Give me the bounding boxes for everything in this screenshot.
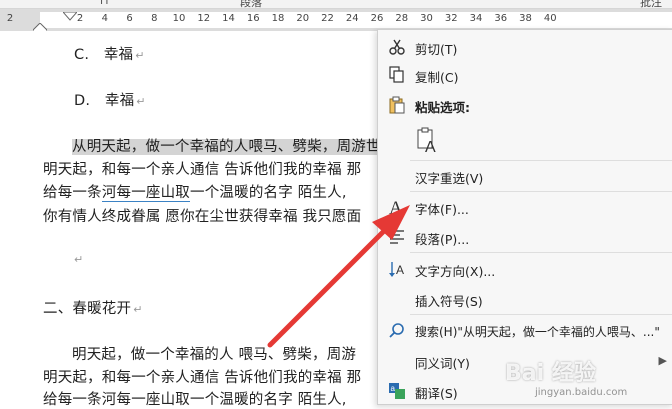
baidu-watermark: Bai 经验 jingyan.baidu.com bbox=[505, 355, 665, 401]
context-menu: 剪切(T) 复制(C) 粘贴选项: A 汉字重选(V) A 字体(F)... 段… bbox=[377, 29, 672, 405]
clipboard-icon bbox=[389, 96, 405, 114]
menu-item-insert-symbol[interactable]: 插入符号(S) bbox=[378, 286, 672, 312]
ruler-number: 10 bbox=[172, 13, 186, 24]
paragraph1-line2: 明天起，和每一个亲人通信 告诉他们我的幸福 那 bbox=[43, 162, 362, 178]
svg-text:a: a bbox=[391, 384, 396, 393]
svg-text:A: A bbox=[389, 198, 403, 216]
ruler-number: 34 bbox=[469, 13, 483, 24]
text-direction-icon: A bbox=[389, 262, 404, 277]
ruler-number: 16 bbox=[246, 13, 260, 24]
ruler-number: 4 bbox=[101, 13, 108, 24]
ruler-number: 36 bbox=[494, 13, 508, 24]
menu-item-copy[interactable]: 复制(C) bbox=[378, 62, 672, 88]
menu-paste-header: 粘贴选项: bbox=[378, 92, 672, 118]
option-d: D. 幸福 ↵ bbox=[74, 93, 146, 109]
heading-spring: 二、春暖花开 ↵ bbox=[43, 301, 143, 317]
ribbon-group-icon: ⊓ bbox=[100, 0, 109, 7]
paragraph2-line2: 明天起，和每一个亲人通信 告诉他们我的幸福 那 bbox=[43, 370, 362, 386]
watermark-site: jingyan.baidu.com bbox=[535, 387, 628, 398]
ruler-number: 18 bbox=[271, 13, 285, 24]
scissors-icon bbox=[389, 39, 405, 55]
option-c: C. 幸福 ↵ bbox=[74, 47, 145, 63]
svg-text:A: A bbox=[425, 139, 436, 155]
watermark-logo: Bai 经验 bbox=[505, 361, 596, 386]
paragraph2-line1: 明天起，做一个幸福的人 喂马、劈柴，周游 bbox=[72, 347, 357, 363]
ribbon-comment-button[interactable]: 批注 bbox=[640, 0, 662, 8]
ruler-number: 24 bbox=[345, 13, 359, 24]
paragraph-icon bbox=[390, 230, 404, 244]
paragraph1-line1: 从明天起，做一个幸福的人喂马、劈柴，周游世 bbox=[72, 135, 381, 156]
empty-paragraph: ↵ bbox=[74, 253, 84, 266]
menu-item-paragraph[interactable]: 段落(P)... bbox=[378, 224, 672, 250]
menu-item-cut[interactable]: 剪切(T) bbox=[378, 34, 672, 60]
underlined-text: 河每一座山取 bbox=[101, 185, 191, 202]
paste-keep-text-only-button[interactable]: A bbox=[415, 127, 441, 156]
paragraph1-line3: 给每一条河每一座山取一个温暖的名字 陌生人, bbox=[43, 185, 347, 202]
ruler-number: 22 bbox=[321, 13, 334, 24]
first-line-indent-icon[interactable] bbox=[63, 12, 77, 22]
menu-item-hanzi-reselect[interactable]: 汉字重选(V) bbox=[378, 163, 672, 189]
ruler-number: 32 bbox=[444, 13, 458, 24]
ruler-number: 14 bbox=[222, 13, 235, 24]
copy-icon bbox=[389, 66, 404, 83]
font-icon: A bbox=[389, 198, 403, 216]
ruler-number: 26 bbox=[370, 13, 384, 24]
selected-text: 从明天起，做一个幸福的人喂马、劈柴，周游世 bbox=[72, 139, 381, 155]
menu-item-search[interactable]: 搜索(H)"从明天起，做一个幸福的人喂马、..." bbox=[378, 318, 672, 344]
paragraph1-line4: 你有情人终成眷属 愿你在尘世获得幸福 我只愿面 bbox=[43, 209, 362, 225]
search-icon bbox=[389, 323, 404, 338]
ribbon-group-paragraph: 段落 bbox=[240, 0, 262, 9]
menu-item-text-direction[interactable]: A 文字方向(X)... bbox=[378, 256, 672, 282]
ruler-number: 12 bbox=[197, 13, 211, 24]
ruler-number: 28 bbox=[395, 13, 409, 24]
svg-text:A: A bbox=[396, 263, 404, 277]
ruler-number: 38 bbox=[519, 13, 532, 24]
ruler-number: 40 bbox=[543, 13, 557, 24]
paste-text-only-icon: A bbox=[417, 127, 436, 156]
ruler-number: 30 bbox=[420, 13, 433, 24]
ruler-number: 6 bbox=[126, 13, 133, 24]
ruler-number: 20 bbox=[296, 13, 310, 24]
ruler-number: 8 bbox=[151, 13, 158, 24]
ribbon-strip: ⊓ 段落 批注 bbox=[0, 0, 672, 9]
ruler-number: 2 bbox=[6, 13, 14, 24]
paragraph2-line3: 给每一条河每一座山取一个温暖的名字 陌生人, bbox=[43, 392, 347, 408]
menu-item-font[interactable]: A 字体(F)... bbox=[378, 194, 672, 220]
horizontal-ruler[interactable]: 2 2 4 6 8 10 12 14 16 18 20 22 24 26 28 30 32 34 36 38 40 bbox=[0, 9, 672, 33]
translate-icon: a bbox=[389, 383, 405, 399]
